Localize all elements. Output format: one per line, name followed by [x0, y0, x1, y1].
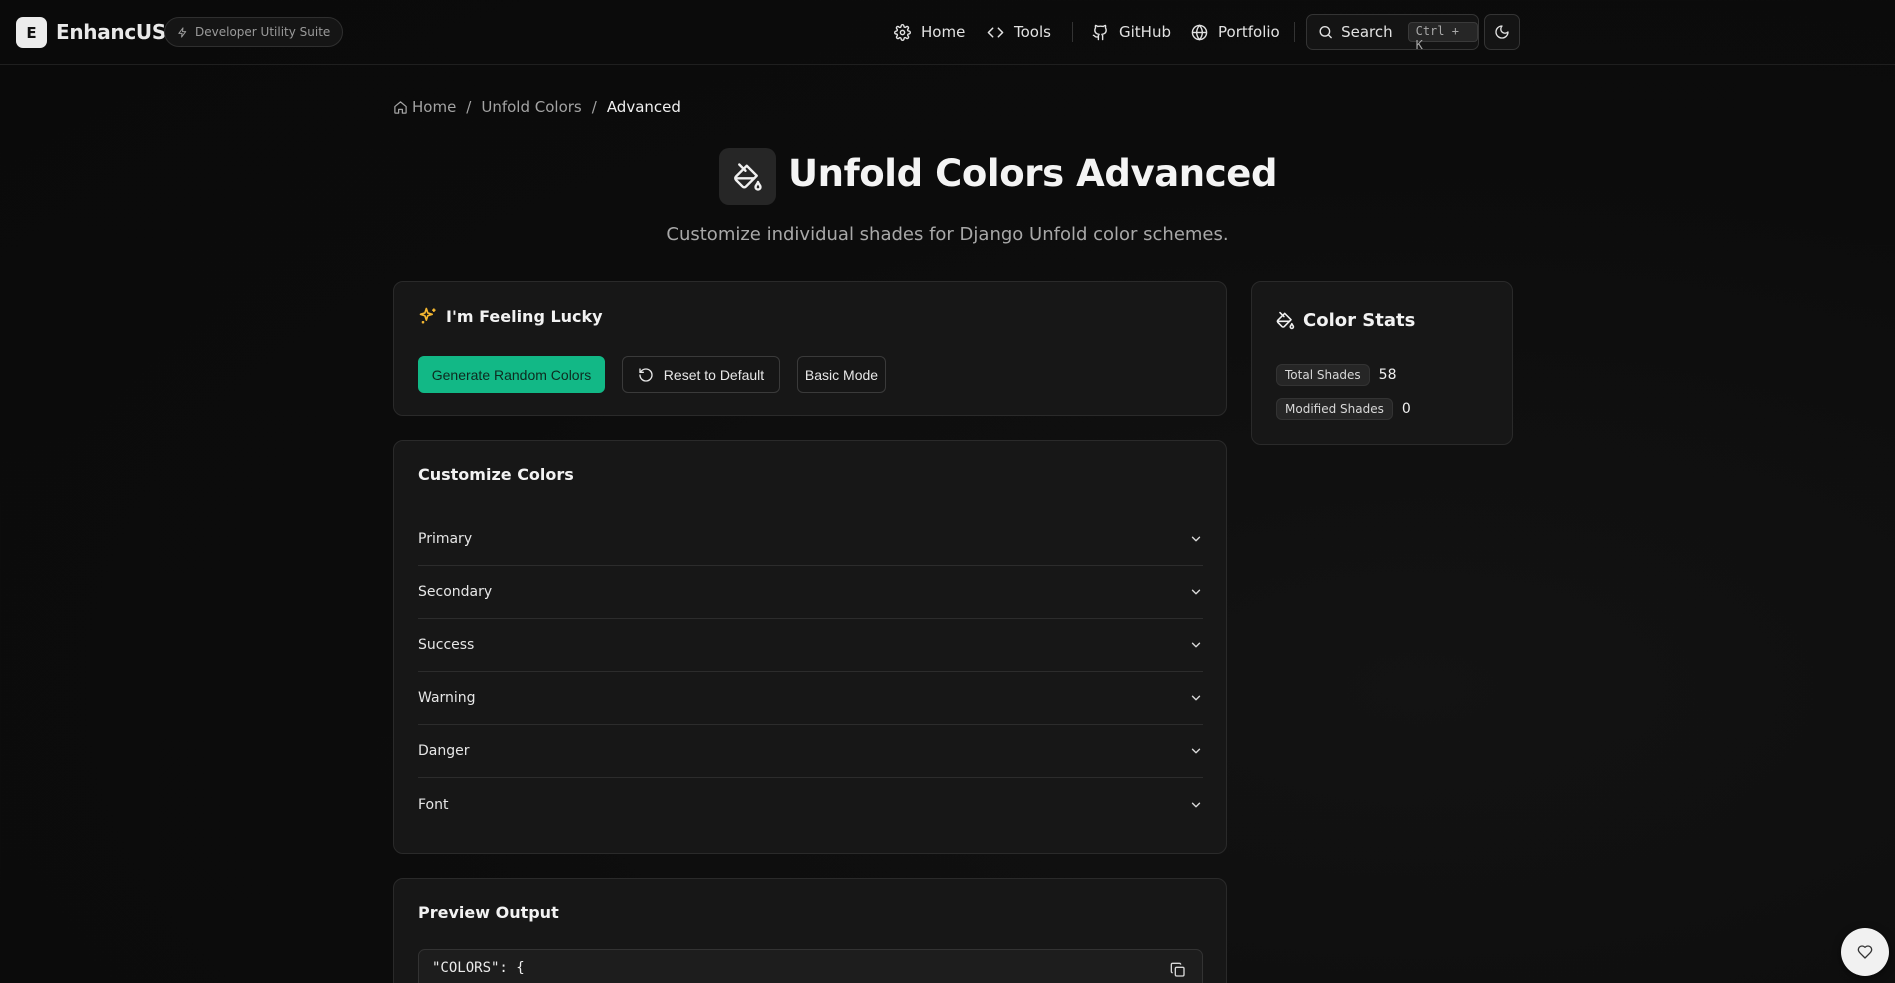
- logo-icon[interactable]: E: [16, 17, 47, 48]
- accordion-label: Font: [418, 796, 449, 813]
- breadcrumb-separator: /: [466, 98, 472, 116]
- paint-bucket-icon: [719, 148, 776, 205]
- nav-github-label: GitHub: [1119, 23, 1171, 41]
- accordion-label: Primary: [418, 531, 473, 547]
- bolt-icon: [178, 26, 187, 38]
- moon-icon: [1495, 25, 1509, 39]
- breadcrumb-current: Advanced: [606, 98, 681, 116]
- accordion-label: Danger: [418, 743, 470, 759]
- accordion-label: Secondary: [418, 584, 493, 600]
- search-button[interactable]: Search Ctrl + K: [1306, 14, 1479, 52]
- color-stats-heading: Color Stats: [1276, 310, 1415, 331]
- chevron-down-icon: [1191, 802, 1201, 807]
- github-icon: [1092, 24, 1107, 40]
- breadcrumb-unfold-colors[interactable]: Unfold Colors: [481, 98, 581, 116]
- chevron-down-icon: [1191, 695, 1201, 701]
- accordion-item-warning[interactable]: Warning: [418, 672, 1203, 725]
- modified-shades-row: Modified Shades 0: [1276, 398, 1411, 420]
- customize-colors-card: Customize Colors Primary Secondary Succe…: [393, 440, 1227, 854]
- nav-home[interactable]: Home: [894, 17, 965, 47]
- theme-toggle-button[interactable]: [1484, 14, 1520, 50]
- modified-shades-label: Modified Shades: [1276, 398, 1393, 420]
- color-stats-card: Color Stats Total Shades 58 Modified Sha…: [1251, 281, 1513, 445]
- suite-badge: Developer Utility Suite: [164, 17, 344, 47]
- suite-badge-label: Developer Utility Suite: [195, 25, 331, 39]
- code-icon: [987, 26, 1004, 38]
- chevron-down-icon: [1191, 536, 1201, 542]
- reset-to-default-label: Reset to Default: [663, 366, 765, 383]
- heart-icon: [1857, 945, 1873, 959]
- code-preview[interactable]: "COLORS": {: [418, 949, 1203, 983]
- preview-output-card: Preview Output "COLORS": {: [393, 878, 1227, 983]
- feeling-lucky-heading: I'm Feeling Lucky: [418, 306, 603, 326]
- code-line: "COLORS": {: [432, 960, 525, 976]
- nav-divider: [1294, 22, 1295, 42]
- nav-portfolio-label: Portfolio: [1218, 23, 1280, 41]
- sparkles-icon: [419, 307, 436, 324]
- nav-tools-label: Tools: [1014, 23, 1051, 41]
- preview-output-heading: Preview Output: [418, 903, 559, 922]
- chevron-down-icon: [1191, 748, 1201, 754]
- feeling-lucky-title: I'm Feeling Lucky: [446, 306, 603, 326]
- nav-portfolio[interactable]: Portfolio: [1191, 17, 1280, 47]
- modified-shades-value: 0: [1401, 401, 1411, 417]
- color-stats-title: Color Stats: [1303, 310, 1416, 331]
- accordion-item-danger[interactable]: Danger: [418, 725, 1203, 778]
- basic-mode-button[interactable]: Basic Mode: [797, 356, 886, 393]
- page-title: Unfold Colors Advanced: [788, 152, 1278, 195]
- breadcrumb: Home / Unfold Colors / Advanced: [393, 96, 681, 118]
- paint-bucket-icon: [1276, 311, 1295, 330]
- customize-colors-heading: Customize Colors: [418, 465, 574, 484]
- nav-github[interactable]: GitHub: [1092, 17, 1171, 47]
- accordion-item-font[interactable]: Font: [418, 778, 1203, 831]
- accordion-item-success[interactable]: Success: [418, 619, 1203, 672]
- accordion-item-primary[interactable]: Primary: [418, 513, 1203, 566]
- search-shortcut: Ctrl + K: [1407, 22, 1478, 52]
- copy-icon[interactable]: [1170, 962, 1186, 978]
- reset-to-default-button[interactable]: Reset to Default: [622, 356, 780, 393]
- search-icon: [1319, 25, 1332, 39]
- chevron-down-icon: [1191, 589, 1201, 595]
- breadcrumb-separator: /: [591, 98, 597, 116]
- nav-divider: [1072, 22, 1073, 42]
- total-shades-row: Total Shades 58: [1276, 364, 1397, 386]
- top-navbar: E EnhancUS Developer Utility Suite Home …: [0, 0, 1895, 65]
- chevron-down-icon: [1191, 642, 1201, 648]
- feeling-lucky-card: I'm Feeling Lucky Generate Random Colors…: [393, 281, 1227, 416]
- brand-name[interactable]: EnhancUS: [56, 20, 166, 44]
- page-subtitle: Customize individual shades for Django U…: [666, 224, 1229, 245]
- accordion-label: Success: [418, 637, 475, 653]
- accordion-item-secondary[interactable]: Secondary: [418, 566, 1203, 619]
- globe-icon: [1191, 23, 1208, 41]
- home-icon: [394, 100, 407, 114]
- gear-icon: [894, 23, 911, 41]
- breadcrumb-home-label: Home: [412, 98, 457, 116]
- accordion-label: Warning: [418, 690, 476, 706]
- nav-home-label: Home: [921, 23, 966, 41]
- total-shades-label: Total Shades: [1276, 364, 1370, 386]
- nav-tools[interactable]: Tools: [987, 17, 1051, 47]
- favorite-button[interactable]: [1841, 928, 1889, 976]
- generate-random-colors-button[interactable]: Generate Random Colors: [418, 356, 605, 393]
- rotate-ccw-icon: [639, 367, 653, 382]
- color-group-accordion: Primary Secondary Success Warning Danger…: [418, 513, 1203, 831]
- total-shades-value: 58: [1378, 367, 1397, 383]
- search-label: Search: [1341, 23, 1393, 41]
- breadcrumb-home[interactable]: Home: [393, 98, 456, 116]
